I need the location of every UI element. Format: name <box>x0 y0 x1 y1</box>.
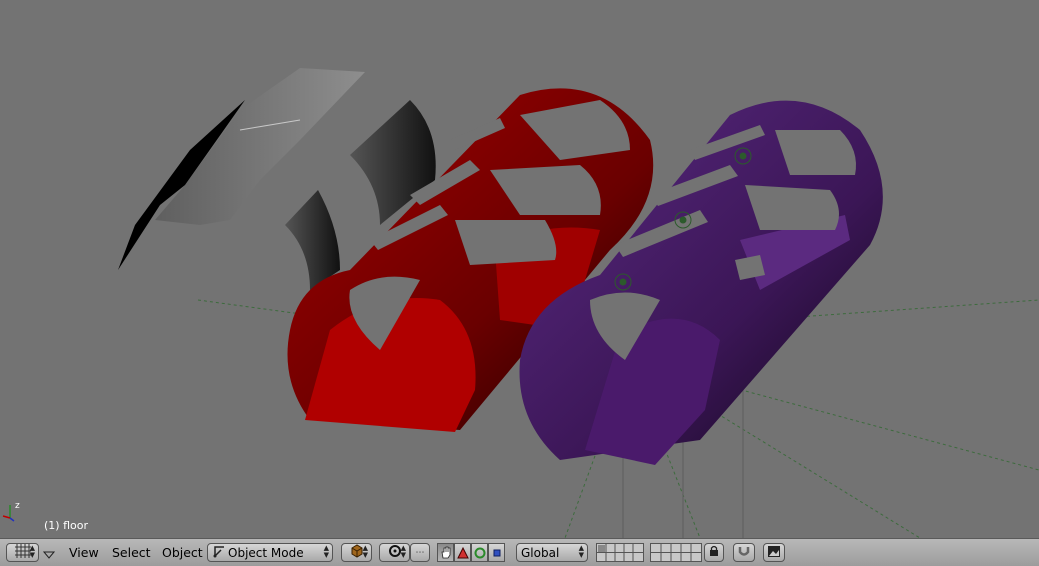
shading-dropdown[interactable]: ▲ ▼ <box>341 543 372 562</box>
menu-object[interactable]: Object <box>162 545 203 560</box>
render-preview-button[interactable] <box>763 543 785 562</box>
lock-icon <box>709 545 719 560</box>
axis-z-label: z <box>15 501 20 511</box>
updown-arrows-icon: ▲ ▼ <box>400 544 406 559</box>
orientation-label: Global <box>521 545 560 560</box>
object-mode-icon <box>212 544 226 561</box>
scale-icon[interactable] <box>488 543 505 562</box>
align-dots-icon: ⋯ <box>415 547 425 558</box>
updown-arrows-icon: ▲ ▼ <box>362 544 368 559</box>
layers-grid-left[interactable] <box>596 543 644 562</box>
active-object-label: (1) floor <box>44 519 88 532</box>
updown-arrows-icon: ▲ ▼ <box>578 544 584 559</box>
hand-icon[interactable] <box>437 543 454 562</box>
updown-arrows-icon: ▲ ▼ <box>29 544 35 559</box>
rotate-icon[interactable] <box>471 543 488 562</box>
manipulator-group <box>437 543 505 562</box>
mode-label: Object Mode <box>228 545 304 560</box>
editor-type-button[interactable]: ▲ ▼ <box>6 543 39 562</box>
updown-arrows-icon: ▲ ▼ <box>323 544 329 559</box>
menu-select[interactable]: Select <box>112 545 151 560</box>
translate-icon[interactable] <box>454 543 471 562</box>
proportional-edit-button[interactable] <box>733 543 755 562</box>
viewport-scene: z <box>2 68 1039 538</box>
pivot-dropdown[interactable]: ▲ ▼ <box>379 543 410 562</box>
render-preview-icon <box>767 545 781 561</box>
3d-viewport[interactable]: z (1) floor <box>0 0 1039 538</box>
shading-cube-icon <box>350 544 364 561</box>
grid-icon <box>14 544 31 561</box>
orientation-dropdown[interactable]: Global ▲ ▼ <box>516 543 588 562</box>
lock-layers-button[interactable] <box>704 543 724 562</box>
layers-grid-right[interactable] <box>650 543 702 562</box>
mode-dropdown[interactable]: Object Mode ▲ ▼ <box>207 543 333 562</box>
viewport-header: ▲ ▼ View Select Object Object Mode ▲ ▼ ▲ ▼ … <box>0 538 1039 566</box>
pivot-align-button[interactable]: ⋯ <box>410 543 430 562</box>
axis-gizmo <box>2 505 15 522</box>
menu-view[interactable]: View <box>69 545 99 560</box>
triangle-down-icon[interactable] <box>42 547 56 562</box>
magnet-icon <box>737 544 751 561</box>
pivot-icon <box>388 544 402 561</box>
